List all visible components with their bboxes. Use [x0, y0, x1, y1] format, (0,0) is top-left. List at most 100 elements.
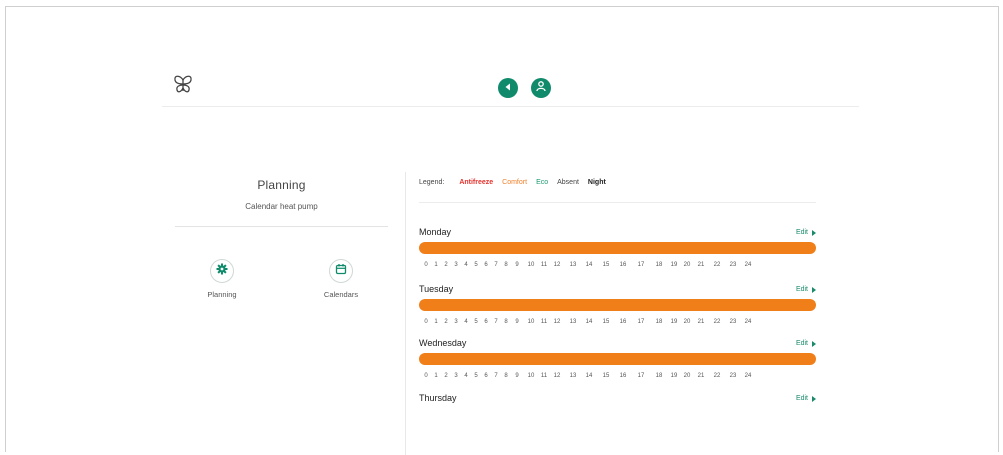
- caret-right-icon: [812, 286, 816, 293]
- butterfly-icon[interactable]: [172, 74, 194, 96]
- calendars-button[interactable]: Calendars: [306, 259, 376, 299]
- hour-label: 11: [540, 319, 548, 325]
- hour-label: 18: [655, 373, 663, 379]
- hour-label: 24: [744, 319, 752, 325]
- hour-label: 20: [683, 319, 691, 325]
- hour-label: 2: [444, 262, 448, 268]
- hour-label: 18: [655, 319, 663, 325]
- hour-label: 9: [515, 262, 519, 268]
- legend-antifreeze: Antifreeze: [459, 179, 494, 186]
- hour-label: 19: [670, 319, 678, 325]
- hour-label: 1: [434, 373, 438, 379]
- hour-label: 15: [602, 319, 610, 325]
- hour-scale: 0 1 2 3 4 5 6 7 8 9 10 11 12 13 14 15 16 17 18 19 20 21 22 23 24: [424, 262, 756, 270]
- hour-label: 14: [585, 373, 593, 379]
- hour-label: 17: [637, 319, 645, 325]
- caret-right-icon: [812, 395, 816, 402]
- hour-label: 6: [484, 319, 488, 325]
- user-icon: [535, 79, 547, 97]
- planning-icon-circle: [210, 259, 234, 283]
- hour-label: 24: [744, 373, 752, 379]
- hour-label: 5: [474, 262, 478, 268]
- hour-label: 0: [424, 262, 428, 268]
- hour-label: 0: [424, 319, 428, 325]
- day-schedule-bar[interactable]: [419, 353, 816, 365]
- edit-monday-button[interactable]: Edit: [796, 229, 816, 236]
- hour-label: 15: [602, 262, 610, 268]
- hour-label: 9: [515, 319, 519, 325]
- day-schedule-bar[interactable]: [419, 299, 816, 311]
- hour-label: 8: [504, 373, 508, 379]
- hour-scale: 0 1 2 3 4 5 6 7 8 9 10 11 12 13 14 15 16 17 18 19 20 21 22 23 24: [424, 319, 756, 327]
- day-name: Wednesday: [419, 338, 467, 348]
- hour-label: 20: [683, 262, 691, 268]
- hour-label: 22: [713, 319, 721, 325]
- user-button[interactable]: [531, 78, 551, 98]
- planning-panel: Planning Calendar heat pump Planning Cal…: [175, 178, 388, 299]
- edit-label: Edit: [795, 395, 808, 402]
- edit-label: Edit: [795, 229, 808, 236]
- edit-tuesday-button[interactable]: Edit: [796, 286, 816, 293]
- calendars-icon-circle: [329, 259, 353, 283]
- legend-label: Legend:: [419, 179, 445, 186]
- hour-label: 3: [454, 319, 458, 325]
- hour-label: 6: [484, 373, 488, 379]
- hour-label: 10: [527, 373, 535, 379]
- hour-label: 19: [670, 373, 678, 379]
- hour-label: 10: [527, 262, 535, 268]
- calendar-icon: [335, 262, 347, 280]
- hour-scale: 0 1 2 3 4 5 6 7 8 9 10 11 12 13 14 15 16 17 18 19 20 21 22 23 24: [424, 373, 756, 381]
- hour-label: 19: [670, 262, 678, 268]
- hour-label: 6: [484, 262, 488, 268]
- hour-label: 23: [729, 319, 737, 325]
- planning-button[interactable]: Planning: [187, 259, 257, 299]
- day-name: Thursday: [419, 393, 457, 403]
- hour-label: 14: [585, 262, 593, 268]
- hour-label: 17: [637, 373, 645, 379]
- hour-label: 7: [494, 262, 498, 268]
- hour-label: 21: [697, 262, 705, 268]
- hour-label: 5: [474, 373, 478, 379]
- panel-subtitle: Calendar heat pump: [245, 202, 318, 211]
- hour-label: 12: [553, 373, 561, 379]
- back-button[interactable]: [498, 78, 518, 98]
- hour-label: 16: [619, 373, 627, 379]
- hour-label: 4: [464, 319, 468, 325]
- edit-thursday-button[interactable]: Edit: [796, 395, 816, 402]
- hour-label: 7: [494, 319, 498, 325]
- hour-label: 8: [504, 262, 508, 268]
- hour-label: 2: [444, 319, 448, 325]
- hour-label: 22: [713, 373, 721, 379]
- legend-night: Night: [587, 179, 606, 186]
- top-header: [162, 70, 859, 107]
- hour-label: 12: [553, 262, 561, 268]
- hour-label: 16: [619, 262, 627, 268]
- gear-icon: [216, 262, 228, 280]
- caret-right-icon: [812, 340, 816, 347]
- hour-label: 14: [585, 319, 593, 325]
- hour-label: 7: [494, 373, 498, 379]
- hour-label: 13: [569, 319, 577, 325]
- day-schedule-bar[interactable]: [419, 242, 816, 254]
- hour-label: 13: [569, 373, 577, 379]
- edit-wednesday-button[interactable]: Edit: [796, 340, 816, 347]
- hour-label: 18: [655, 262, 663, 268]
- hour-label: 4: [464, 373, 468, 379]
- caret-right-icon: [812, 229, 816, 236]
- hour-label: 1: [434, 262, 438, 268]
- hour-label: 15: [602, 373, 610, 379]
- calendars-button-label: Calendars: [323, 290, 359, 299]
- hour-label: 23: [729, 373, 737, 379]
- hour-label: 9: [515, 373, 519, 379]
- hour-label: 8: [504, 319, 508, 325]
- hour-label: 11: [540, 373, 548, 379]
- hour-label: 3: [454, 262, 458, 268]
- legend-divider: [419, 202, 816, 203]
- legend: Legend: Antifreeze Comfort Eco Absent Ni…: [419, 179, 606, 186]
- hour-label: 3: [454, 373, 458, 379]
- panel-title: Planning: [257, 178, 306, 192]
- legend-eco: Eco: [536, 179, 549, 186]
- hour-label: 20: [683, 373, 691, 379]
- day-name: Monday: [419, 227, 452, 237]
- legend-comfort: Comfort: [502, 179, 528, 186]
